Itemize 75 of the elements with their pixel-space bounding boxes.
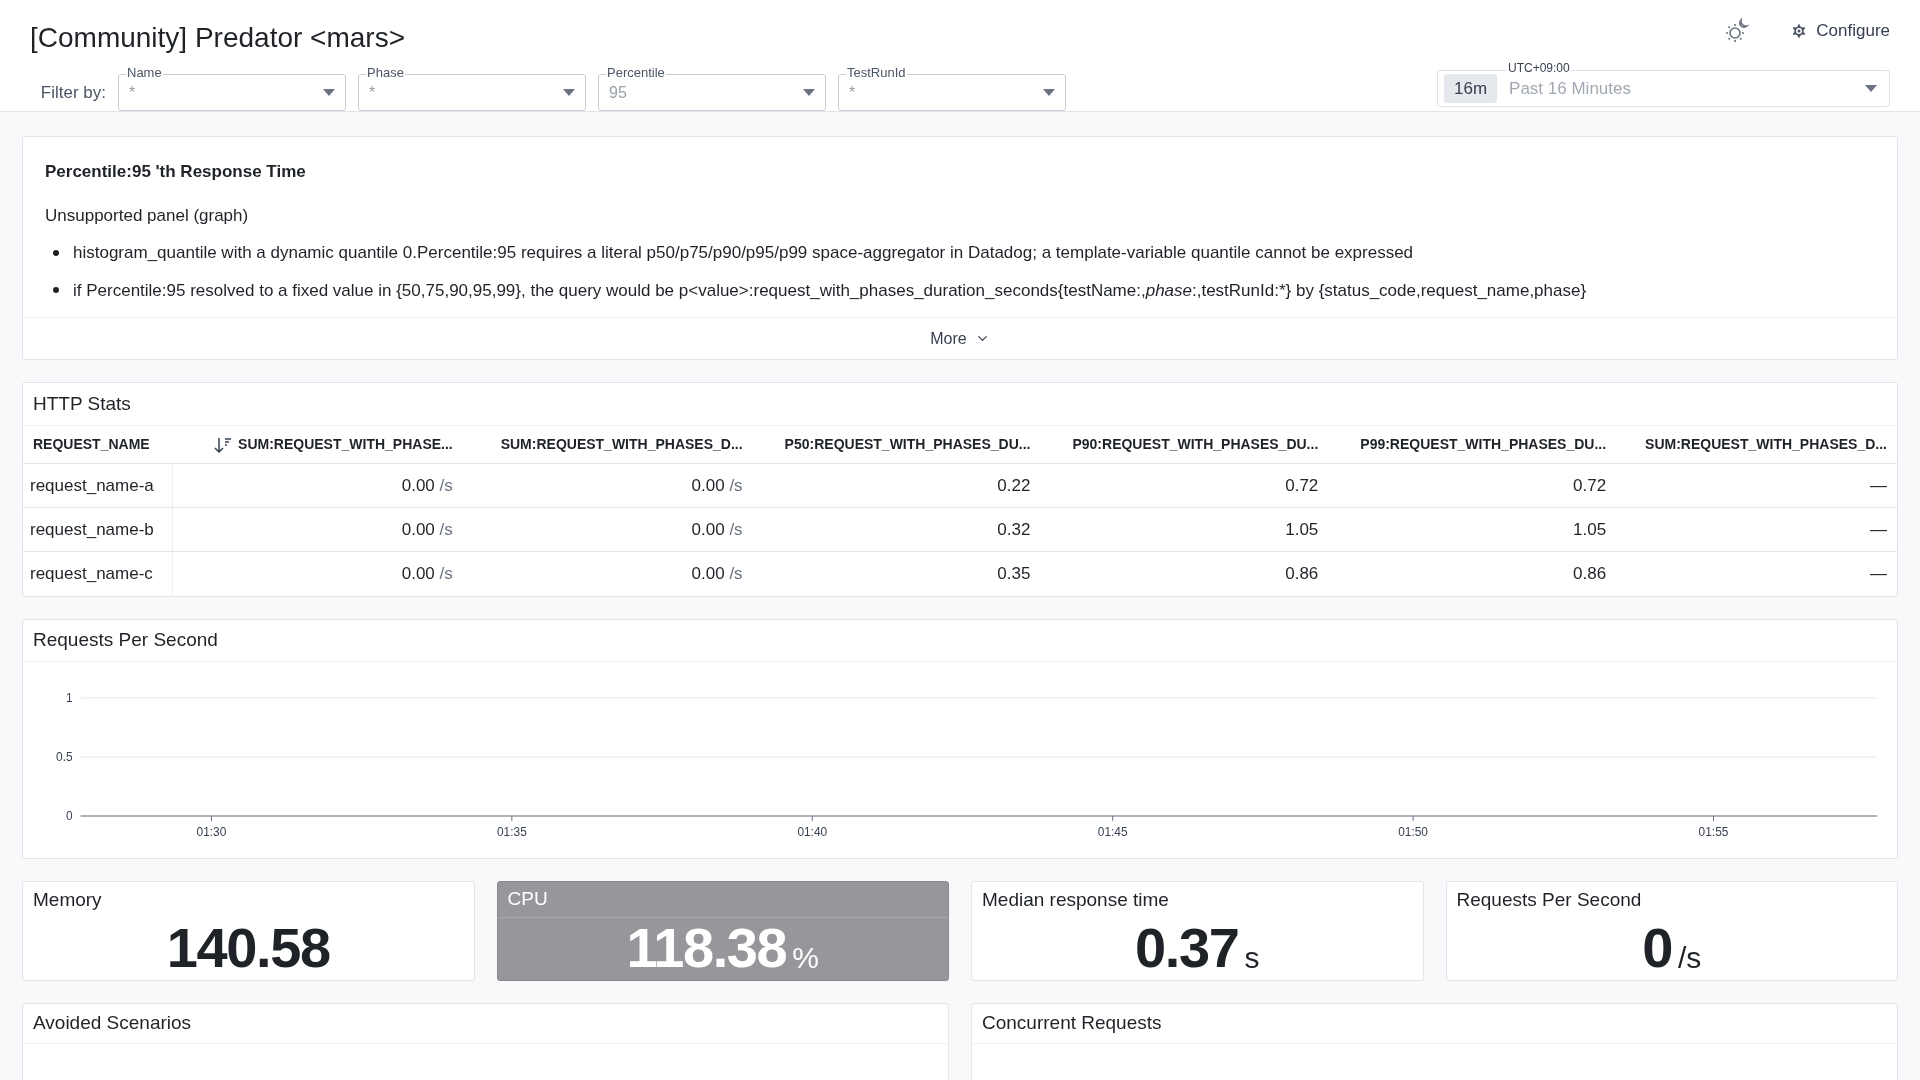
table-cell-text: 0.22 (996, 474, 1032, 497)
stat-title: CPU (497, 882, 948, 918)
bullet-icon (53, 287, 59, 294)
x-tick-label: 01:40 (797, 824, 828, 839)
stat-title: Memory (32, 887, 103, 912)
panel-title: Percentile:95 'th Response Time (45, 161, 307, 183)
x-tick-label: 01:50 (1398, 824, 1428, 839)
table-cell-text: 0.00 /s (690, 563, 744, 586)
table-cell-text: — (1869, 474, 1888, 497)
panel-title: Requests Per Second (23, 620, 1897, 662)
stat-value: 118.38 (626, 918, 787, 978)
table-cell: request_name-c (23, 552, 173, 596)
stat-unit: % (792, 940, 819, 976)
filter-label: Filter by: (39, 81, 106, 104)
table-cell-text: 0.00 /s (400, 474, 454, 497)
x-tick-label: 01:45 (1097, 824, 1128, 839)
y-tick-label: 0 (66, 808, 73, 823)
column-header[interactable]: SUM:REQUEST_WITH_PHASE... (172, 434, 463, 455)
x-tick-label: 01:55 (1698, 824, 1729, 839)
table-cell-text: 0.86 (1284, 563, 1320, 586)
filter-value: * (369, 82, 376, 103)
column-header[interactable]: SUM:REQUEST_WITH_PHASES_D... (1616, 434, 1897, 455)
bullet-icon (53, 249, 59, 256)
stat-value: 140.58 (166, 918, 330, 978)
table-cell-text: — (1869, 518, 1888, 541)
caret-icon (1043, 89, 1055, 96)
table-cell-text: 0.00 /s (400, 518, 454, 541)
table-cell-text: 0.35 (996, 563, 1032, 586)
stat-unit: /s (1677, 940, 1702, 976)
stat-value: 0 (1642, 918, 1672, 978)
filter-value: * (129, 82, 136, 103)
column-header[interactable]: P90:REQUEST_WITH_PHASES_DU... (1040, 434, 1329, 455)
caret-icon (323, 89, 335, 96)
column-header[interactable]: P99:REQUEST_WITH_PHASES_DU... (1328, 434, 1617, 455)
caret-icon (1865, 85, 1877, 92)
x-tick-label: 01:35 (497, 824, 527, 839)
table-cell: request_name-b (23, 508, 173, 551)
sort-descending-icon (214, 436, 233, 453)
table-cell-text: 0.00 /s (690, 474, 744, 497)
caret-icon (563, 89, 575, 96)
filter-value: 95 (609, 82, 627, 103)
table-cell-text: 0.72 (1572, 474, 1608, 497)
table-cell-text: 0.00 /s (690, 518, 744, 541)
table-cell-text: — (1869, 563, 1888, 586)
dashboard-title: [Community] Predator <mars> (30, 21, 407, 55)
x-tick-label: 01:30 (196, 824, 227, 839)
table-cell-text: 1.05 (1572, 518, 1608, 541)
panel-title: HTTP Stats (23, 383, 1897, 426)
stat-value: 0.37 (1135, 918, 1239, 978)
y-tick-label: 1 (66, 690, 73, 705)
table-cell-text: 1.05 (1284, 518, 1320, 541)
panel-title: Avoided Scenarios (23, 1004, 948, 1044)
time-range-badge: 16m (1444, 73, 1498, 104)
table-cell: request_name-a (23, 464, 173, 507)
more-button[interactable]: More (23, 317, 1897, 359)
column-header[interactable]: REQUEST_NAME (23, 434, 173, 455)
column-header[interactable]: SUM:REQUEST_WITH_PHASES_D... (462, 434, 753, 455)
table-cell-text: 0.32 (996, 518, 1032, 541)
y-tick-label: 0.5 (56, 749, 73, 764)
stat-title: Median response time (981, 887, 1170, 912)
filter-value: * (849, 82, 856, 103)
time-range-value: Past 16 Minutes (1509, 77, 1632, 100)
stat-unit: s (1244, 940, 1260, 976)
table-cell-text: 0.86 (1572, 563, 1608, 586)
bullet-text: histogram_quantile with a dynamic quantile 0.Percentile:95 requires a literal p50/p75/p90/p95/p99 space-aggregator in Datadog; a template-variable quantile cannot be expressed (73, 242, 1414, 264)
table-cell-text: 0.72 (1284, 474, 1320, 497)
configure-button[interactable]: Configure (1790, 18, 1890, 44)
column-header[interactable]: P50:REQUEST_WITH_PHASES_DU... (752, 434, 1041, 455)
panel-title: Concurrent Requests (972, 1004, 1897, 1044)
caret-icon (803, 89, 815, 96)
theme-toggle-icon[interactable] (1724, 18, 1751, 44)
panel-subtitle: Unsupported panel (graph) (45, 204, 250, 227)
bullet-text: if Percentile:95 resolved to a fixed value in {50,75,90,95,99}, the query would be p<value>:request_with_phases_duration_seconds{testName:,phase:,testRunId:*} by {status_code,request_name,phase} (73, 279, 1587, 302)
stat-title: Requests Per Second (1455, 887, 1643, 912)
table-cell-text: 0.00 /s (400, 563, 454, 586)
